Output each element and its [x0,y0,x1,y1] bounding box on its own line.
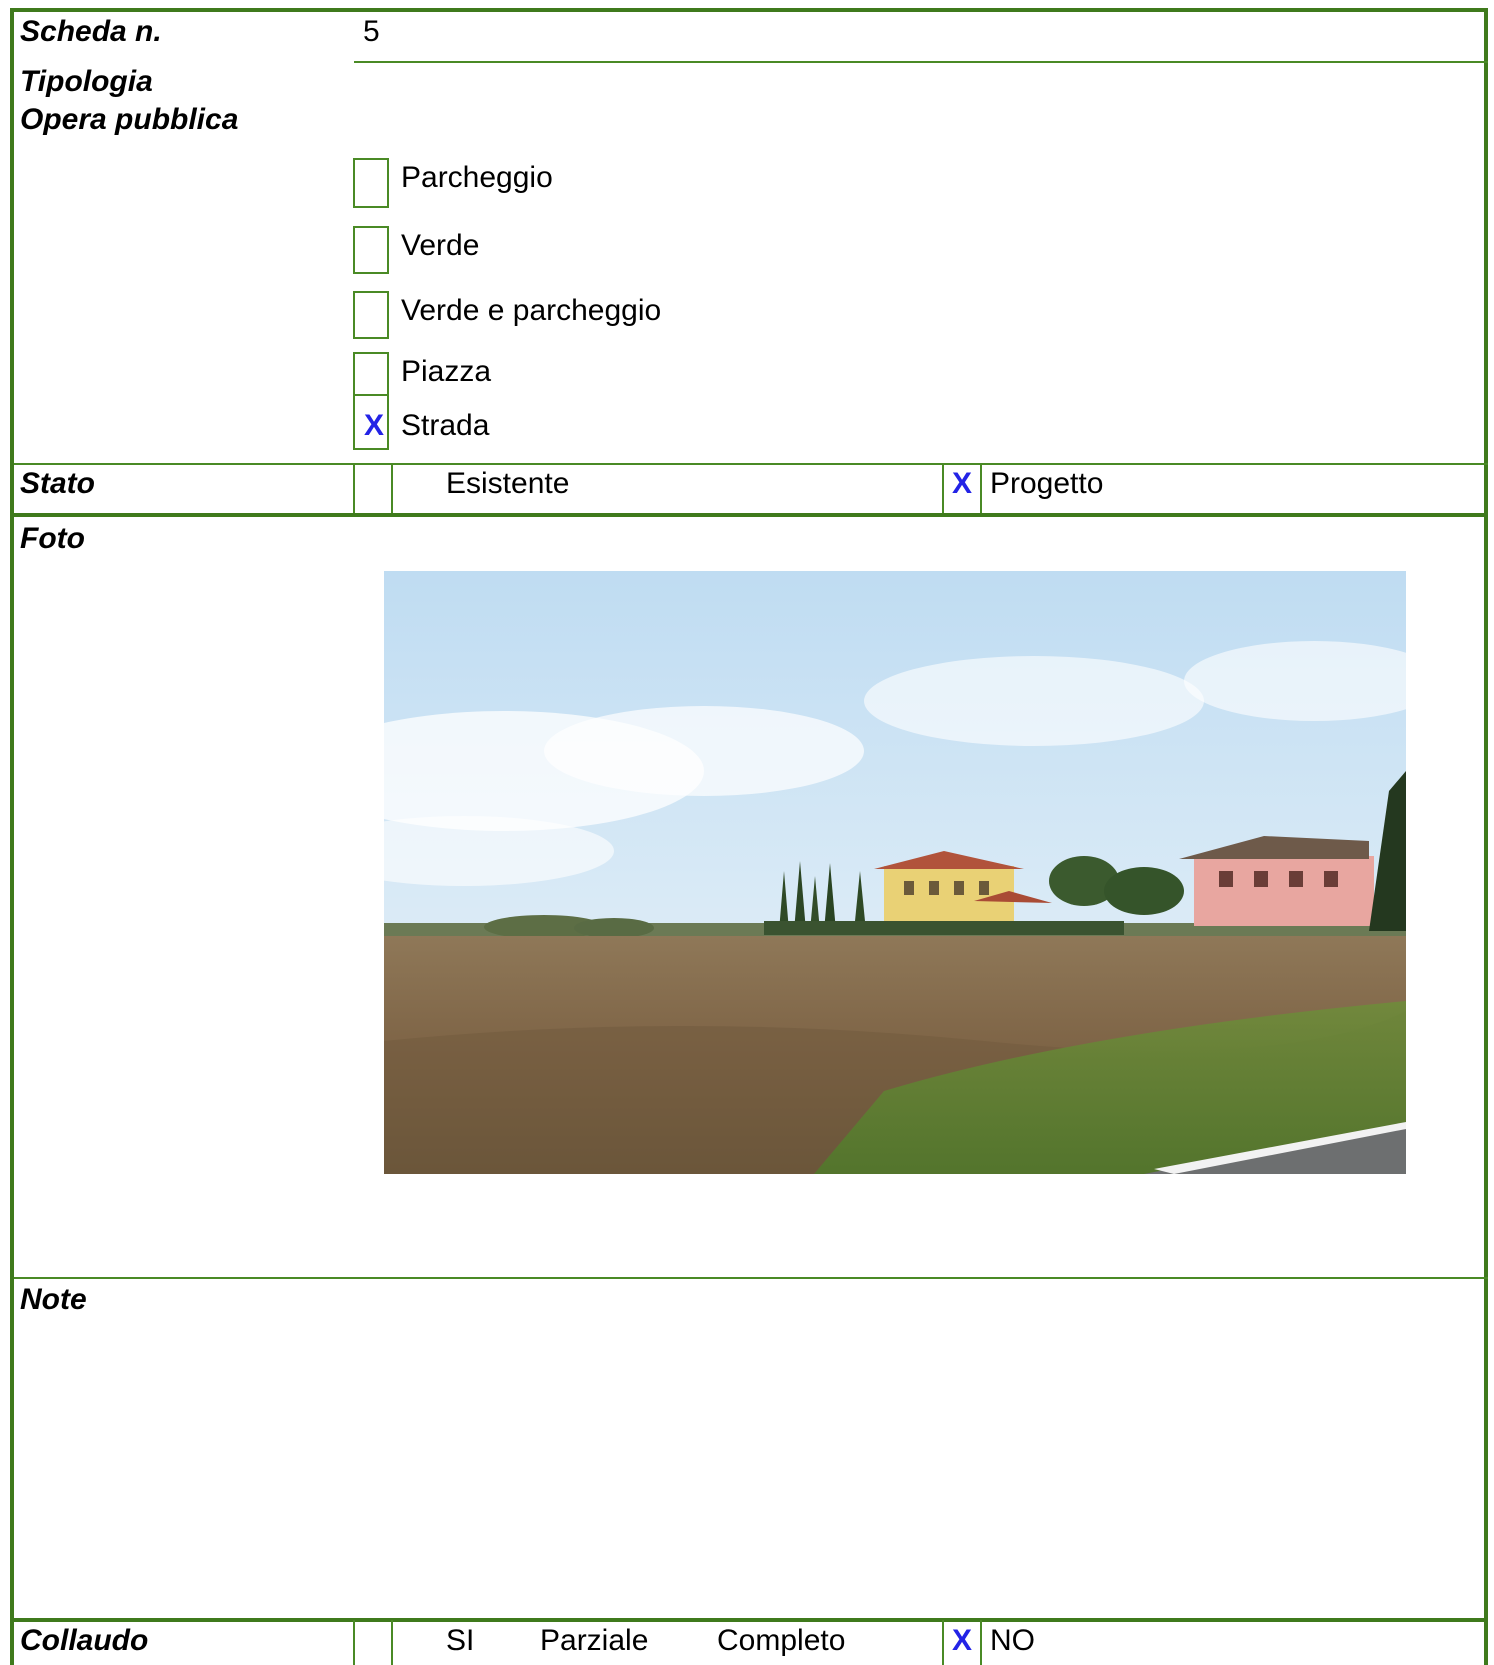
check-mark-no: X [952,1624,973,1657]
collaudo-label: Collaudo [20,1624,149,1657]
checkbox-piazza[interactable] [353,352,389,396]
checkbox-verde-parcheggio[interactable] [353,291,389,339]
foto-label: Foto [20,522,85,555]
tipologia-label: Tipologia [20,65,153,98]
site-photo [384,571,1406,1174]
stato-col-3 [942,463,944,513]
collaudo-col-1 [353,1620,355,1665]
collaudo-col-3 [942,1620,944,1665]
option-strada: Strada [401,409,490,442]
check-mark-strada: X [364,409,385,442]
option-verde: Verde [401,229,480,262]
divider-stato-top [14,463,1488,465]
collaudo-col-2 [391,1620,393,1665]
scheda-number: 5 [363,15,380,48]
stato-col-2 [391,463,393,513]
stato-col-1 [353,463,355,513]
note-label: Note [20,1283,87,1316]
option-parcheggio: Parcheggio [401,161,553,194]
scheda-label: Scheda n. [20,15,162,48]
opera-pubblica-label: Opera pubblica [20,103,239,136]
option-piazza: Piazza [401,355,492,388]
stato-esistente: Esistente [446,467,570,500]
divider-note-top [14,1277,1488,1279]
collaudo-col-4 [980,1620,982,1665]
collaudo-si: SI [446,1624,475,1657]
divider-collaudo-top [14,1618,1488,1622]
checkbox-verde[interactable] [353,226,389,274]
stato-label: Stato [20,467,95,500]
collaudo-no: NO [990,1624,1035,1657]
divider-blank [14,61,354,63]
divider-scheda [354,61,1488,63]
collaudo-parziale: Parziale [540,1624,649,1657]
option-verde-parcheggio: Verde e parcheggio [401,294,662,327]
stato-progetto: Progetto [990,467,1104,500]
divider-stato-bottom [14,513,1488,517]
collaudo-completo: Completo [717,1624,846,1657]
checkbox-parcheggio[interactable] [353,158,389,208]
check-mark-progetto: X [952,467,973,500]
stato-col-4 [980,463,982,513]
